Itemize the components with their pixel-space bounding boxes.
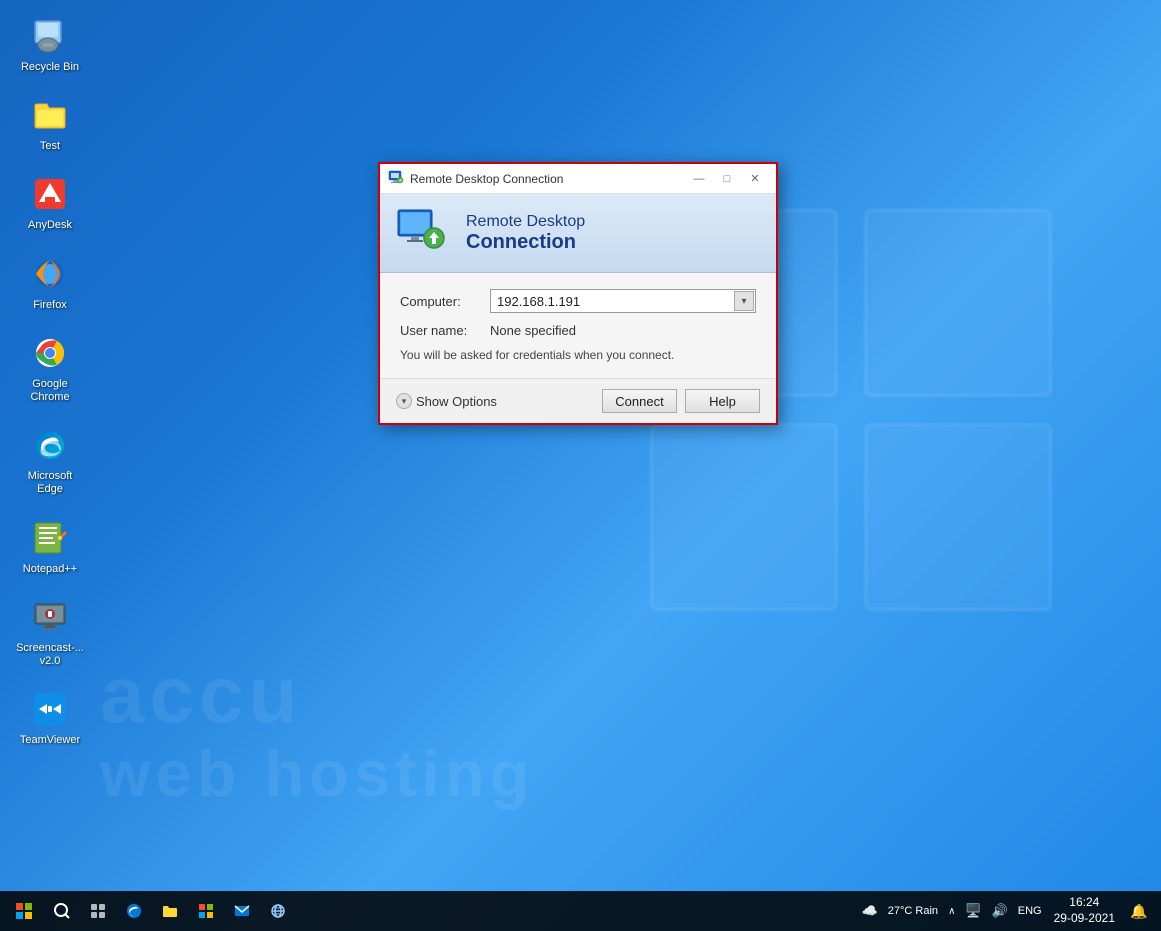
taskbar-pinned-edge[interactable] [116,893,152,929]
test-label: Test [40,140,60,153]
recycle-bin-label: Recycle Bin [21,61,79,74]
edge-icon [29,424,71,466]
watermark-line2: web hosting [100,736,534,811]
rdp-close-button[interactable]: ✕ [742,169,768,189]
taskbar-pinned-network[interactable] [260,893,296,929]
desktop-icon-screencast[interactable]: Screencast-... v2.0 [10,591,90,673]
show-options-arrow-icon: ▾ [396,393,412,409]
watermark-line1: accu [100,649,1161,741]
rdp-computer-row: Computer: ▾ [400,289,756,313]
desktop-icon-edge[interactable]: Microsoft Edge [10,419,90,501]
taskbar-start-button[interactable] [4,893,44,929]
firefox-label: Firefox [33,299,67,312]
rdp-title-icon [388,169,404,188]
rdp-maximize-button[interactable]: □ [714,169,740,189]
taskbar: ☁️ 27°C Rain ∧ 🖥️ 🔊 ENG 16:24 29-09-2021… [0,891,1161,931]
anydesk-label: AnyDesk [28,219,72,232]
taskbar-date-value: 29-09-2021 [1054,911,1115,927]
rdp-computer-input[interactable] [490,289,756,313]
taskbar-system-tray: ☁️ 27°C Rain ∧ 🖥️ 🔊 ENG [856,901,1048,921]
desktop-icon-notepadpp[interactable]: Notepad++ [10,512,90,581]
tray-weather-text: 27°C Rain [886,903,940,919]
rdp-computer-input-wrapper: ▾ [490,289,756,313]
taskbar-search-button[interactable] [44,893,80,929]
desktop-icon-test[interactable]: Test [10,89,90,158]
rdp-username-label: User name: [400,323,490,338]
taskbar-task-view-button[interactable] [80,893,116,929]
rdp-action-buttons: Connect Help [602,389,760,413]
rdp-header-text: Remote Desktop Connection [466,213,585,254]
rdp-computer-dropdown[interactable]: ▾ [734,291,754,311]
taskbar-pinned-folder[interactable] [152,893,188,929]
screencast-label: Screencast-... v2.0 [15,642,85,668]
rdp-title-text: Remote Desktop Connection [410,172,686,186]
teamviewer-label: TeamViewer [20,734,80,747]
recycle-bin-icon [29,15,71,57]
tray-volume-icon[interactable]: 🔊 [990,901,1010,921]
rdp-dialog: Remote Desktop Connection — □ ✕ [378,162,778,425]
taskbar-notification-button[interactable]: 🔔 [1121,893,1157,929]
rdp-username-row: User name: None specified [400,323,756,338]
rdp-username-value: None specified [490,323,576,338]
desktop: accu web hosting Recycle Bin Test [0,0,1161,891]
desktop-icon-chrome[interactable]: Google Chrome [10,327,90,409]
chrome-label: Google Chrome [15,378,85,404]
rdp-show-options-button[interactable]: ▾ Show Options [396,393,497,409]
rdp-hint-text: You will be asked for credentials when y… [400,348,756,362]
rdp-titlebar: Remote Desktop Connection — □ ✕ [380,164,776,194]
taskbar-clock[interactable]: 16:24 29-09-2021 [1048,895,1121,926]
rdp-computer-label: Computer: [400,294,490,309]
firefox-icon [29,253,71,295]
tray-network-icon[interactable]: 🖥️ [963,901,983,921]
rdp-body: Computer: ▾ User name: None specified Yo… [380,273,776,378]
rdp-help-button[interactable]: Help [685,389,760,413]
tray-chevron-icon[interactable]: ∧ [946,904,957,919]
rdp-footer: ▾ Show Options Connect Help [380,378,776,423]
rdp-header-icon [396,208,452,258]
tray-weather-icon[interactable]: ☁️ [860,901,880,921]
desktop-icon-column: Recycle Bin Test AnyDesk [10,10,90,752]
rdp-show-options-label: Show Options [416,394,497,409]
taskbar-pinned-store[interactable] [188,893,224,929]
taskbar-time-value: 16:24 [1069,895,1099,911]
desktop-icon-teamviewer[interactable]: TeamViewer [10,683,90,752]
rdp-header: Remote Desktop Connection [380,194,776,273]
notepadpp-label: Notepad++ [23,563,77,576]
chrome-icon [29,332,71,374]
desktop-icon-firefox[interactable]: Firefox [10,248,90,317]
rdp-header-line1: Remote Desktop [466,213,585,231]
rdp-window-controls: — □ ✕ [686,169,768,189]
notepadpp-icon [29,517,71,559]
edge-label: Microsoft Edge [15,470,85,496]
teamviewer-icon [29,688,71,730]
desktop-icon-recycle-bin[interactable]: Recycle Bin [10,10,90,79]
rdp-connect-button[interactable]: Connect [602,389,677,413]
desktop-icon-anydesk[interactable]: AnyDesk [10,168,90,237]
taskbar-pinned-mail[interactable] [224,893,260,929]
rdp-header-line2: Connection [466,231,585,254]
anydesk-icon [29,173,71,215]
screencast-icon [29,596,71,638]
test-folder-icon [29,94,71,136]
rdp-minimize-button[interactable]: — [686,169,712,189]
tray-lang-text[interactable]: ENG [1016,903,1044,919]
